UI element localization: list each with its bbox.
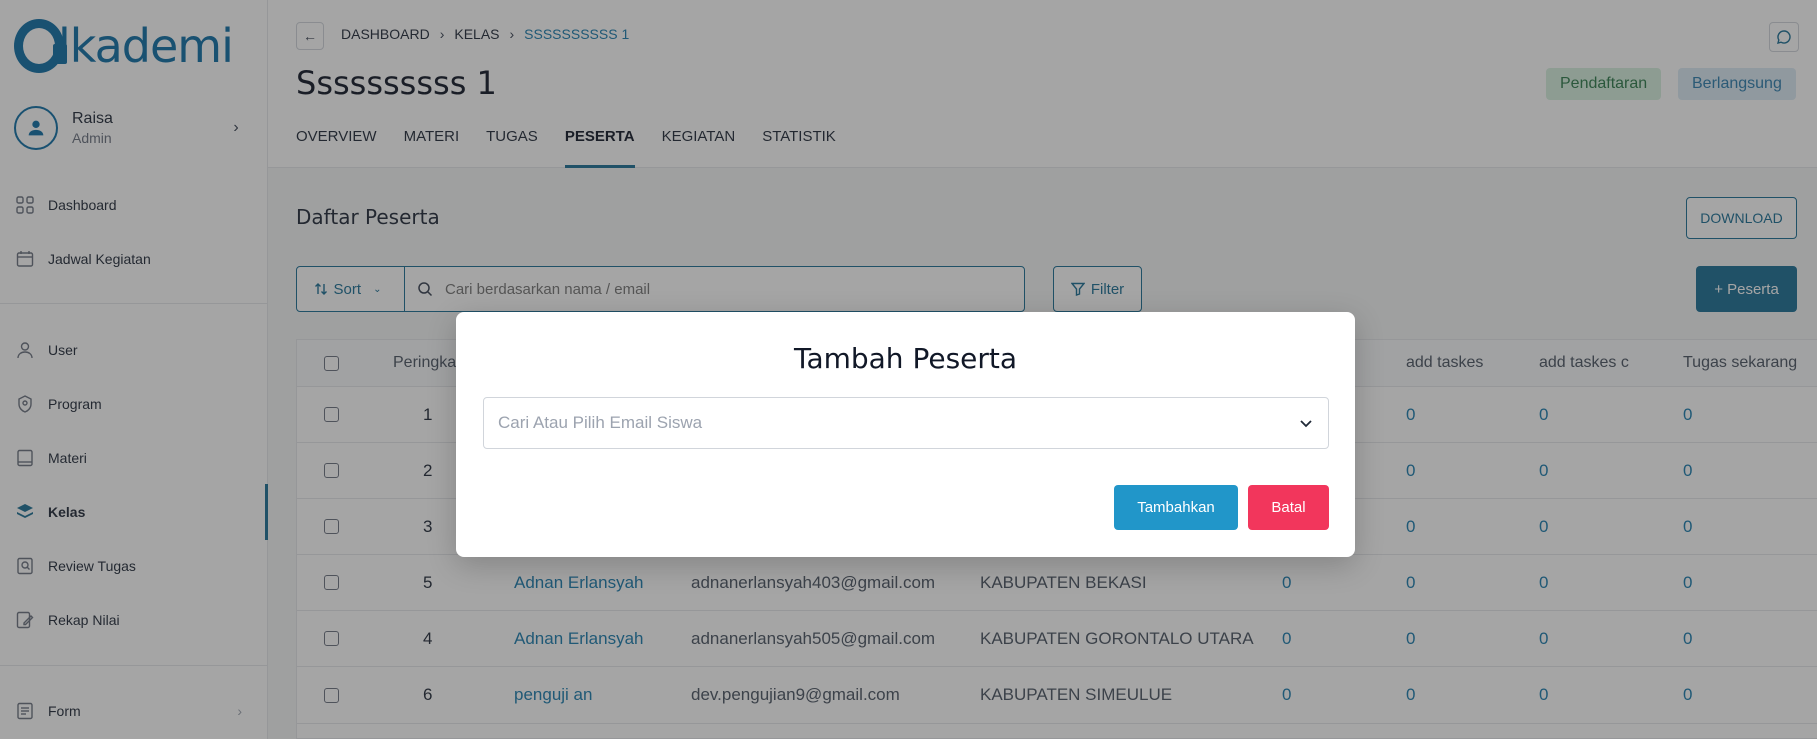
student-email-select[interactable]: Cari Atau Pilih Email Siswa: [483, 397, 1329, 449]
modal-title: Tambah Peserta: [793, 342, 1018, 375]
select-placeholder: Cari Atau Pilih Email Siswa: [498, 413, 703, 432]
cancel-button[interactable]: Batal: [1248, 485, 1329, 530]
add-peserta-modal: Tambah Peserta Cari Atau Pilih Email Sis…: [456, 312, 1355, 557]
chevron-down-icon: [1300, 420, 1312, 428]
confirm-add-button[interactable]: Tambahkan: [1114, 485, 1238, 530]
